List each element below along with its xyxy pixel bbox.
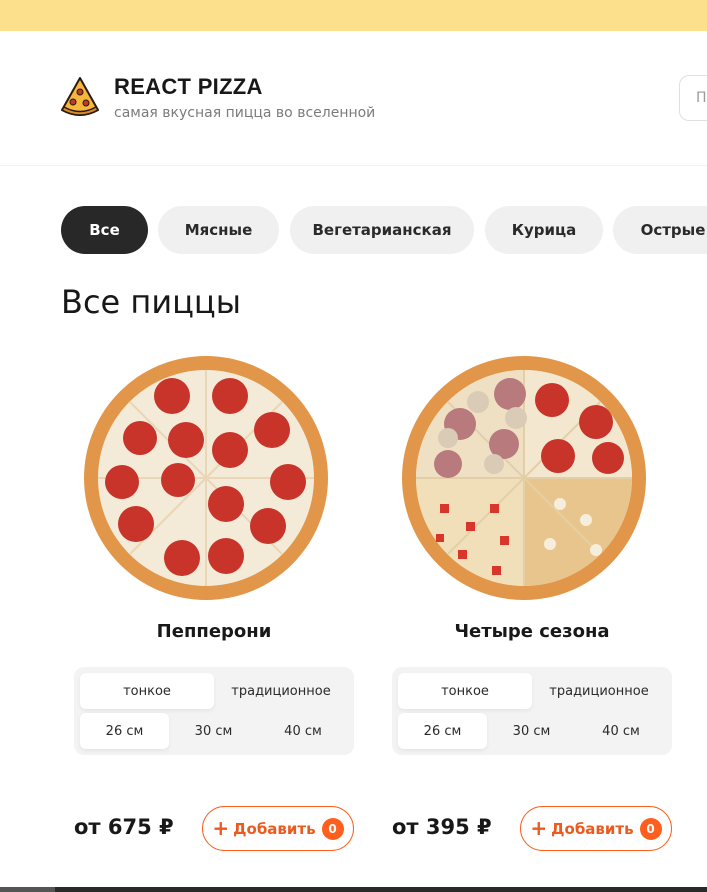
dough-traditional-option[interactable]: традиционное	[532, 673, 666, 709]
pizza-logo-icon[interactable]	[60, 76, 100, 118]
category-vegetarian[interactable]: Вегетарианская	[290, 206, 474, 254]
plus-icon: +	[530, 815, 548, 840]
search-input[interactable]: П	[679, 75, 707, 121]
header: REACT PIZZA самая вкусная пицца во вселе…	[0, 31, 707, 166]
dough-thin-option[interactable]: тонкое	[80, 673, 214, 709]
dough-traditional-option[interactable]: традиционное	[214, 673, 348, 709]
category-meat[interactable]: Мясные	[158, 206, 279, 254]
dough-type-row: тонкое традиционное	[398, 673, 666, 709]
plus-icon: +	[212, 815, 230, 840]
category-chicken[interactable]: Курица	[485, 206, 603, 254]
bottom-bar	[0, 887, 707, 892]
pizza-image	[402, 356, 646, 600]
brand-subtitle: самая вкусная пицца во вселенной	[114, 105, 376, 121]
pizza-price: от 675 ₽	[74, 815, 174, 839]
category-spicy[interactable]: Острые	[613, 206, 707, 254]
pizza-name: Пепперони	[156, 621, 272, 642]
pizza-options: тонкое традиционное 26 см 30 см 40 см	[392, 667, 672, 755]
bottom-bar-segment	[0, 887, 55, 892]
brand-title[interactable]: REACT PIZZA	[114, 74, 263, 100]
size-30-option[interactable]: 30 см	[169, 713, 258, 749]
cart-count-badge: 0	[639, 817, 662, 840]
add-button-label: Добавить	[551, 819, 634, 838]
pizza-image	[84, 356, 328, 600]
add-button-label: Добавить	[233, 819, 316, 838]
page-title: Все пиццы	[61, 283, 241, 321]
size-40-option[interactable]: 40 см	[258, 713, 348, 749]
cart-count-badge: 0	[321, 817, 344, 840]
add-to-cart-button[interactable]: + Добавить 0	[520, 806, 672, 851]
category-all[interactable]: Все	[61, 206, 148, 254]
pizza-options: тонкое традиционное 26 см 30 см 40 см	[74, 667, 354, 755]
pizza-card: Пепперони тонкое традиционное 26 см 30 с…	[74, 346, 354, 851]
size-26-option[interactable]: 26 см	[80, 713, 169, 749]
size-30-option[interactable]: 30 см	[487, 713, 576, 749]
page-wrapper: REACT PIZZA самая вкусная пицца во вселе…	[0, 31, 707, 887]
top-stripe	[0, 0, 707, 31]
pizza-price: от 395 ₽	[392, 815, 492, 839]
dough-type-row: тонкое традиционное	[80, 673, 348, 709]
size-row: 26 см 30 см 40 см	[398, 713, 666, 749]
pizza-name: Четыре сезона	[454, 621, 610, 642]
dough-thin-option[interactable]: тонкое	[398, 673, 532, 709]
add-to-cart-button[interactable]: + Добавить 0	[202, 806, 354, 851]
size-row: 26 см 30 см 40 см	[80, 713, 348, 749]
pizza-card: Четыре сезона тонкое традиционное 26 см …	[392, 346, 672, 851]
size-40-option[interactable]: 40 см	[576, 713, 666, 749]
size-26-option[interactable]: 26 см	[398, 713, 487, 749]
